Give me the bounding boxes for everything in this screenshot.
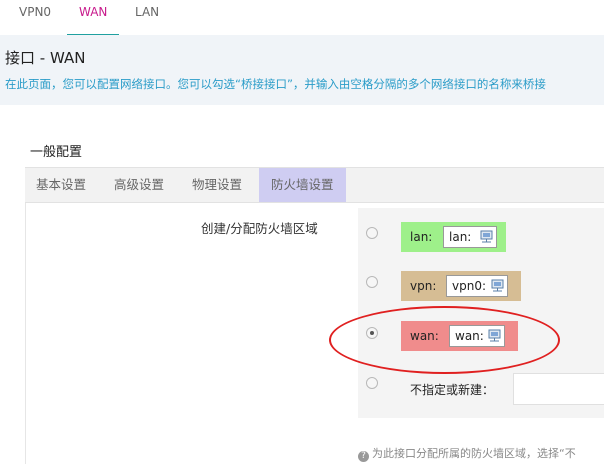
zone-vpn-chip: vpn0: [446,275,508,297]
help-text: 为此接口分配所属的防火墙区域，选择“不 [372,447,576,460]
zone-lan-tag[interactable]: lan: lan: [401,222,506,252]
zone-wan-chip-label: wan: [455,329,484,343]
network-interface-icon [491,279,504,292]
tab-physical-settings[interactable]: 物理设置 [192,168,242,202]
firewall-zone-label: 创建/分配防火墙区域 [201,221,318,236]
zone-lan-chip: lan: [443,226,497,248]
zone-lan-name: lan: [410,230,433,244]
zone-wan-radio[interactable] [366,327,378,339]
zone-lan-chip-label: lan: [449,230,472,244]
zone-wan-tag[interactable]: wan: wan: [401,321,518,351]
network-interface-icon [488,329,501,342]
page-header [0,35,604,105]
zone-wan-name: wan: [410,329,439,343]
network-interface-icon [480,230,493,243]
new-zone-input[interactable] [513,373,604,405]
question-circle-icon: ? [358,451,369,462]
zone-vpn-tag[interactable]: vpn: vpn0: [401,271,521,301]
new-zone-radio[interactable] [366,377,378,389]
tab-basic-settings[interactable]: 基本设置 [36,168,86,202]
tab-firewall-settings[interactable]: 防火墙设置 [259,168,346,202]
zone-vpn-name: vpn: [410,279,437,293]
tab-lan[interactable]: LAN [135,5,159,35]
page-title: 接口 - WAN [5,49,86,67]
interface-tabs: VPN0 WAN LAN [0,0,604,36]
zone-vpn-chip-label: vpn0: [452,279,487,293]
panel-border [25,203,26,464]
new-zone-label: 不指定或新建： [410,383,495,397]
tab-wan[interactable]: WAN [66,5,120,36]
help-text-row: ? 为此接口分配所属的防火墙区域，选择“不 [358,445,576,462]
zone-lan-radio[interactable] [366,227,378,239]
tab-vpn0[interactable]: VPN0 [19,5,51,35]
tab-advanced-settings[interactable]: 高级设置 [114,168,164,202]
page-description: 在此页面，您可以配置网络接口。您可以勾选“桥接接口”，并输入由空格分隔的多个网络… [5,77,546,91]
section-title: 一般配置 [30,145,83,160]
config-tabs: 基本设置 高级设置 物理设置 防火墙设置 [25,167,604,203]
zone-wan-chip: wan: [449,325,505,347]
zone-vpn-radio[interactable] [366,276,378,288]
